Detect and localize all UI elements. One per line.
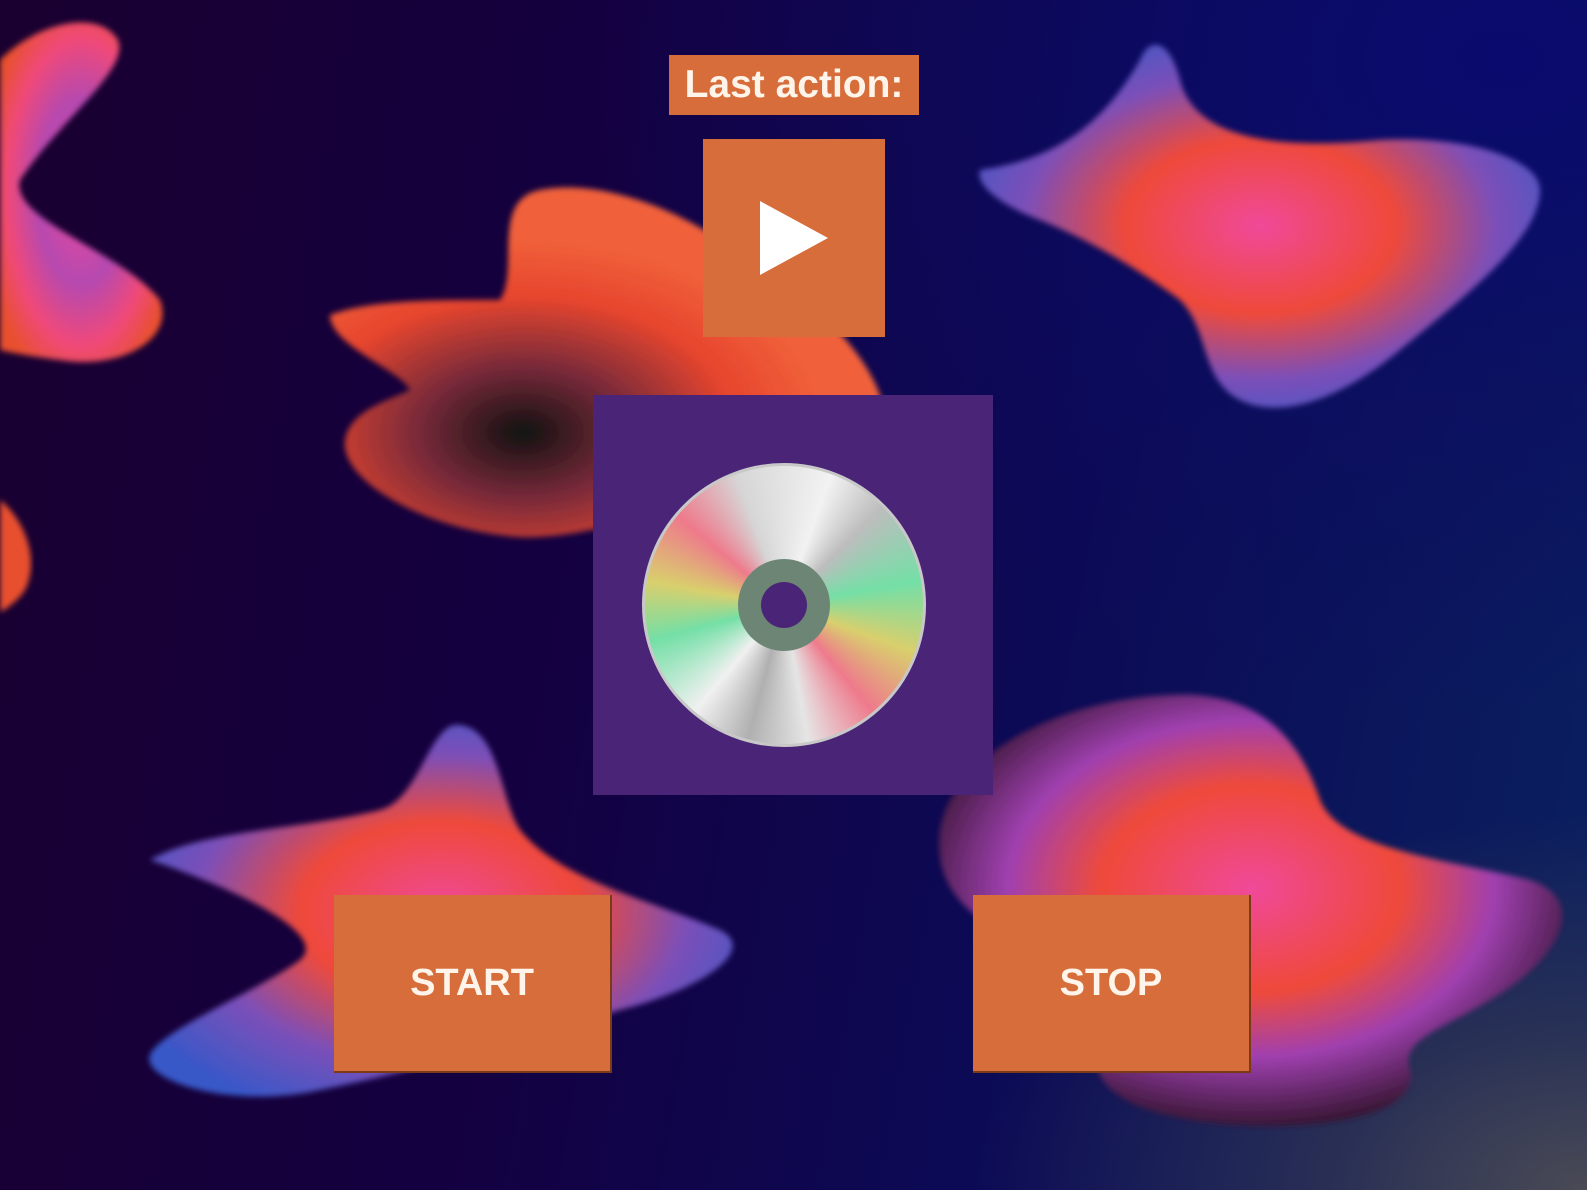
play-button[interactable] <box>703 139 885 337</box>
last-action-label: Last action: <box>669 55 919 115</box>
disc-panel <box>593 395 993 795</box>
play-icon <box>760 201 828 275</box>
start-button[interactable]: START <box>334 895 612 1073</box>
stop-button[interactable]: STOP <box>973 895 1251 1073</box>
disc-center-hole <box>761 582 807 628</box>
cd-disc-icon <box>642 463 926 747</box>
